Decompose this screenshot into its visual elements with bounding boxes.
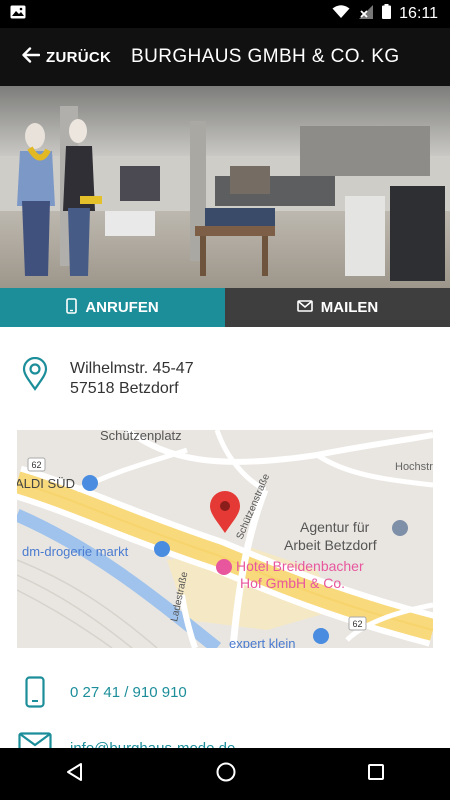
road-62-shield-right: 62 bbox=[348, 616, 367, 631]
phone-row[interactable]: 0 27 41 / 910 910 bbox=[0, 676, 450, 713]
map-label-dm: dm-drogerie markt bbox=[22, 544, 129, 559]
road-62-shield-left: 62 bbox=[27, 457, 46, 472]
back-label: ZURÜCK bbox=[46, 48, 112, 66]
mobile-phone-icon bbox=[25, 676, 45, 713]
map-label-hotel-2: Hof GmbH & Co. bbox=[240, 575, 345, 591]
address-street: Wilhelmstr. 45-47 bbox=[70, 360, 194, 377]
envelope-icon bbox=[296, 299, 313, 316]
store-bag-icon bbox=[313, 628, 329, 644]
back-button[interactable]: ZURÜCK bbox=[0, 47, 111, 67]
road-62-label-right: 62 bbox=[352, 619, 362, 629]
contact-actions: ANRUFEN MAILEN bbox=[0, 288, 450, 327]
road-62-label-left: 62 bbox=[31, 460, 41, 470]
address-row: Wilhelmstr. 45-47 57518 Betzdorf bbox=[0, 356, 450, 399]
phone-number-link[interactable]: 0 27 41 / 910 910 bbox=[70, 684, 187, 701]
app-bar: ZURÜCK BURGHAUS GMBH & CO. KG bbox=[0, 28, 450, 86]
system-nav-bar bbox=[0, 748, 450, 800]
call-button-label: ANRUFEN bbox=[85, 299, 159, 316]
map-label-schuetzenplatz: Schützenplatz bbox=[100, 430, 182, 443]
map-label-agentur-2: Arbeit Betzdorf bbox=[284, 537, 377, 553]
address-city: 57518 Betzdorf bbox=[70, 380, 179, 397]
shopping-bag-icon bbox=[154, 541, 170, 557]
recents-square-icon[interactable] bbox=[367, 763, 385, 786]
location-pin-icon bbox=[22, 356, 48, 396]
map-label-aldi: ALDI SÜD bbox=[17, 476, 75, 491]
page-title: BURGHAUS GMBH & CO. KG bbox=[131, 46, 400, 67]
address-text: Wilhelmstr. 45-47 57518 Betzdorf bbox=[70, 359, 194, 399]
image-notification-icon bbox=[10, 5, 26, 24]
map-label-hotel-1: Hotel Breidenbacher bbox=[236, 558, 364, 574]
government-building-icon bbox=[392, 520, 408, 536]
wifi-icon bbox=[332, 4, 350, 24]
status-bar: 16:11 bbox=[0, 0, 450, 28]
hotel-bed-icon bbox=[216, 559, 232, 575]
status-time: 16:11 bbox=[399, 5, 438, 22]
map-label-hochstr: Hochstra bbox=[395, 461, 433, 473]
map-label-expert: expert klein bbox=[229, 636, 295, 648]
arrow-left-icon bbox=[22, 47, 41, 67]
store-photo bbox=[0, 86, 450, 288]
location-map[interactable]: 62 62 Schützenplatz Hochstra ALDI SÜD dm… bbox=[17, 430, 433, 648]
call-button[interactable]: ANRUFEN bbox=[0, 288, 225, 327]
mail-button-label: MAILEN bbox=[320, 299, 379, 316]
signal-icon bbox=[358, 4, 374, 24]
battery-icon bbox=[382, 4, 392, 24]
home-circle-icon[interactable] bbox=[215, 761, 237, 788]
map-label-agentur-1: Agentur für bbox=[300, 519, 370, 535]
phone-icon bbox=[66, 297, 78, 318]
shopping-cart-icon bbox=[82, 475, 98, 491]
mail-button[interactable]: MAILEN bbox=[225, 288, 450, 327]
back-triangle-icon[interactable] bbox=[65, 762, 85, 787]
